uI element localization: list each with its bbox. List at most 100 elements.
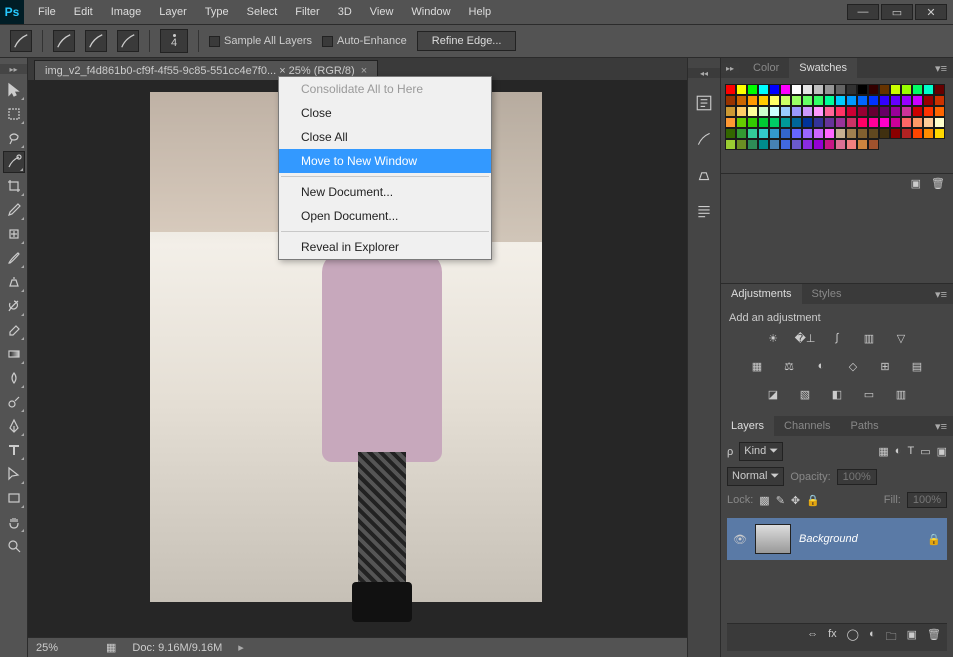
swatch[interactable]: [857, 106, 868, 117]
menu-edit[interactable]: Edit: [66, 2, 101, 22]
selective-icon[interactable]: ▥: [892, 386, 910, 402]
balance-icon[interactable]: ⚖: [780, 358, 798, 374]
swatch[interactable]: [791, 139, 802, 150]
rectangular-marquee-tool[interactable]: [3, 103, 25, 125]
zoom-tool[interactable]: [3, 535, 25, 557]
tab-channels[interactable]: Channels: [774, 416, 840, 436]
eraser-tool[interactable]: [3, 319, 25, 341]
threshold-icon[interactable]: ◧: [828, 386, 846, 402]
swatch[interactable]: [912, 106, 923, 117]
link-layers-icon[interactable]: ⇔: [807, 628, 818, 647]
swatch[interactable]: [879, 106, 890, 117]
swatch[interactable]: [780, 128, 791, 139]
bw-icon[interactable]: ◐: [812, 358, 830, 374]
swatch[interactable]: [813, 117, 824, 128]
swatch[interactable]: [857, 128, 868, 139]
menu-select[interactable]: Select: [239, 2, 286, 22]
swatch[interactable]: [934, 117, 945, 128]
menu-file[interactable]: File: [30, 2, 64, 22]
layer-filter-kind-select[interactable]: Kind ⏷: [739, 442, 783, 461]
tab-styles[interactable]: Styles: [802, 284, 852, 304]
quick-selection-tool[interactable]: [3, 151, 25, 173]
vibrance-icon[interactable]: ▽: [892, 330, 910, 346]
blur-tool[interactable]: [3, 367, 25, 389]
swatch[interactable]: [923, 117, 934, 128]
swatch[interactable]: [780, 95, 791, 106]
swatch[interactable]: [725, 139, 736, 150]
tool-preset-icon[interactable]: [10, 30, 32, 52]
toolbar-collapse-icon[interactable]: ▸▸: [0, 64, 27, 74]
filter-shape-icon[interactable]: ▭: [920, 445, 930, 458]
swatch[interactable]: [791, 128, 802, 139]
rectangle-tool[interactable]: [3, 487, 25, 509]
swatch[interactable]: [934, 84, 945, 95]
swatch[interactable]: [901, 84, 912, 95]
sample-all-layers-checkbox[interactable]: Sample All Layers: [209, 35, 312, 47]
lock-pixels-icon[interactable]: ✎: [776, 494, 785, 507]
swatch[interactable]: [857, 139, 868, 150]
swatch[interactable]: [901, 117, 912, 128]
menu-layer[interactable]: Layer: [151, 2, 195, 22]
crop-tool[interactable]: [3, 175, 25, 197]
swatch[interactable]: [879, 95, 890, 106]
swatch[interactable]: [813, 139, 824, 150]
swatch[interactable]: [736, 95, 747, 106]
swatch[interactable]: [780, 117, 791, 128]
swatch[interactable]: [901, 128, 912, 139]
swatch[interactable]: [868, 84, 879, 95]
window-minimize-button[interactable]: —: [847, 4, 879, 20]
swatch[interactable]: [736, 106, 747, 117]
swatch[interactable]: [758, 84, 769, 95]
swatch[interactable]: [747, 84, 758, 95]
hue-icon[interactable]: ▦: [748, 358, 766, 374]
tab-swatches[interactable]: Swatches: [789, 58, 857, 78]
swatch[interactable]: [846, 95, 857, 106]
swatches-panel-menu-icon[interactable]: ▾≡: [929, 62, 953, 75]
swatch[interactable]: [835, 128, 846, 139]
gradient-tool[interactable]: [3, 343, 25, 365]
swatch[interactable]: [802, 84, 813, 95]
swatch[interactable]: [802, 106, 813, 117]
swatch[interactable]: [769, 84, 780, 95]
swatch[interactable]: [868, 139, 879, 150]
path-selection-tool[interactable]: [3, 463, 25, 485]
swatch[interactable]: [747, 106, 758, 117]
swatch[interactable]: [824, 117, 835, 128]
swatch[interactable]: [901, 106, 912, 117]
new-layer-icon[interactable]: ▣: [907, 628, 917, 647]
layer-row-background[interactable]: 👁 Background 🔒: [727, 518, 947, 560]
swatch[interactable]: [835, 84, 846, 95]
swatch[interactable]: [934, 128, 945, 139]
context-menu-item[interactable]: Open Document...: [279, 204, 491, 228]
swatch[interactable]: [725, 84, 736, 95]
swatch[interactable]: [758, 139, 769, 150]
swatch[interactable]: [769, 139, 780, 150]
color-panel-collapse-icon[interactable]: ▸▸: [721, 63, 739, 73]
swatch[interactable]: [791, 84, 802, 95]
eyedropper-tool[interactable]: [3, 199, 25, 221]
tab-color[interactable]: Color: [743, 58, 789, 78]
clone-source-icon[interactable]: [693, 164, 715, 186]
swatch[interactable]: [923, 128, 934, 139]
swatch[interactable]: [901, 95, 912, 106]
swatch[interactable]: [747, 128, 758, 139]
swatch[interactable]: [912, 128, 923, 139]
swatch[interactable]: [846, 106, 857, 117]
new-group-icon[interactable]: 🗀: [886, 628, 897, 647]
status-arrow-icon[interactable]: ▸: [238, 641, 244, 654]
swatch[interactable]: [846, 128, 857, 139]
swatch[interactable]: [780, 106, 791, 117]
hand-tool[interactable]: [3, 511, 25, 533]
swatch[interactable]: [758, 106, 769, 117]
swatch[interactable]: [736, 128, 747, 139]
swatch[interactable]: [846, 117, 857, 128]
layer-fx-icon[interactable]: fx: [828, 628, 837, 647]
swatch[interactable]: [758, 117, 769, 128]
auto-enhance-checkbox[interactable]: Auto-Enhance: [322, 35, 407, 47]
quick-selection-new-icon[interactable]: [85, 30, 107, 52]
context-menu-item[interactable]: Move to New Window: [279, 149, 491, 173]
swatch[interactable]: [824, 95, 835, 106]
swatch[interactable]: [868, 95, 879, 106]
swatch[interactable]: [736, 84, 747, 95]
history-brush-tool[interactable]: [3, 295, 25, 317]
